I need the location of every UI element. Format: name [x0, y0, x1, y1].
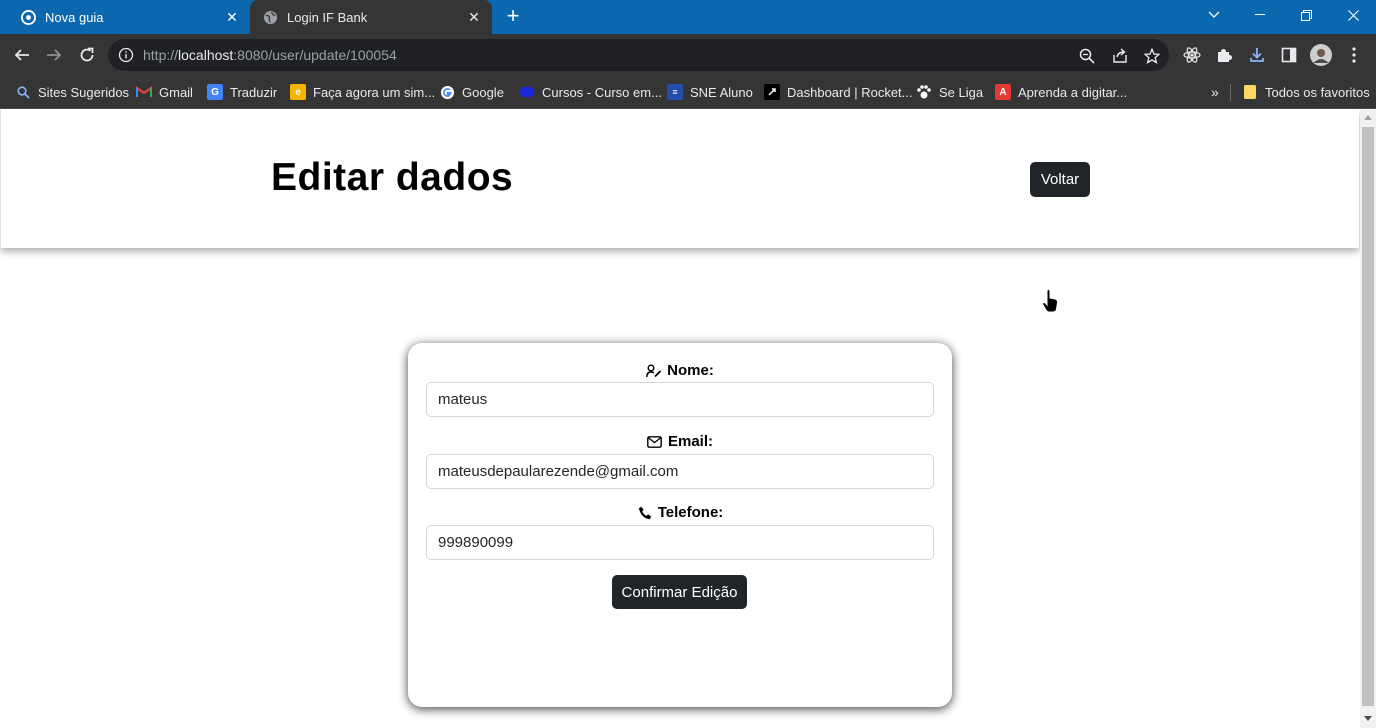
- download-icon[interactable]: [1248, 46, 1266, 64]
- confirm-edit-button[interactable]: Confirmar Edição: [612, 575, 747, 609]
- paw-icon: [916, 84, 932, 100]
- menu-kebab-icon[interactable]: [1345, 46, 1363, 64]
- hand-cursor-icon: [1042, 288, 1060, 313]
- restore-icon[interactable]: [1283, 0, 1329, 30]
- envelope-icon: [647, 434, 663, 450]
- tab-title: Login IF Bank: [287, 9, 368, 25]
- name-input[interactable]: [426, 382, 934, 417]
- translate-icon: G: [207, 84, 223, 100]
- email-input[interactable]: [426, 454, 934, 489]
- extensions-puzzle-icon[interactable]: [1215, 46, 1233, 64]
- back-button[interactable]: Voltar: [1030, 162, 1090, 197]
- scroll-up-arrow-icon[interactable]: [1364, 115, 1372, 120]
- google-icon: [439, 84, 455, 100]
- bookmark-favicon: A: [995, 84, 1011, 100]
- user-pen-icon: [646, 363, 662, 379]
- bookmark-sites-sugeridos[interactable]: Sites Sugeridos: [15, 83, 129, 101]
- email-label: Email:: [408, 433, 952, 450]
- bookmark-favicon: e: [290, 84, 306, 100]
- bookmark-label: SNE Aluno: [690, 84, 753, 100]
- page-title: Editar dados: [271, 156, 514, 199]
- bookmark-label: Sites Sugeridos: [38, 84, 130, 100]
- page-header: Editar dados Voltar: [0, 110, 1359, 248]
- bookmark-label: Se Liga: [939, 84, 984, 100]
- new-tab-button[interactable]: +: [501, 5, 525, 29]
- bookmark-faca-agora[interactable]: e Faça agora um sim...: [290, 83, 435, 101]
- bookmark-label: Dashboard | Rocket...: [787, 84, 913, 100]
- edit-form-card: Nome: Email: Telefone: Confirmar Edição: [408, 343, 952, 707]
- phone-input[interactable]: [426, 525, 934, 560]
- rocketseat-icon: [764, 84, 780, 100]
- phone-label-text: Telefone:: [657, 504, 724, 521]
- page-viewport: Editar dados Voltar Nome: Email: Telefon…: [0, 110, 1376, 728]
- globe-icon: [262, 9, 278, 25]
- phone-icon: [637, 505, 653, 521]
- scrollbar-thumb[interactable]: [1362, 127, 1374, 706]
- bookmark-traduzir[interactable]: G Traduzir: [207, 83, 277, 101]
- phone-label: Telefone:: [408, 504, 952, 521]
- address-bar[interactable]: http://localhost:8080/user/update/100054: [108, 39, 1169, 71]
- gmail-icon: [136, 84, 152, 100]
- reload-icon[interactable]: [75, 43, 99, 67]
- close-tab-icon[interactable]: ✕: [222, 7, 242, 27]
- bookmark-label: Cursos - Curso em...: [542, 84, 662, 100]
- bookmark-dashboard-rocket[interactable]: Dashboard | Rocket...: [764, 83, 913, 101]
- folder-icon: [1242, 84, 1258, 100]
- bookmark-gmail[interactable]: Gmail: [136, 83, 193, 101]
- bookmarks-divider: [1230, 84, 1231, 101]
- url-text: http://localhost:8080/user/update/100054: [143, 47, 397, 63]
- bookmarks-bar: Sites Sugeridos Gmail G Traduzir e Faça …: [0, 76, 1376, 109]
- bookmark-sne-aluno[interactable]: ≡ SNE Aluno: [667, 83, 753, 101]
- page-scrollbar[interactable]: [1360, 110, 1376, 728]
- url-host: localhost: [178, 47, 234, 63]
- zoom-icon[interactable]: [1078, 47, 1096, 65]
- name-label-text: Nome:: [667, 362, 714, 379]
- name-label: Nome:: [408, 362, 952, 379]
- scroll-down-arrow-icon[interactable]: [1364, 716, 1372, 721]
- url-path: :8080/user/update/100054: [233, 47, 397, 63]
- bookmark-favicon: ≡: [667, 84, 683, 100]
- tab-login-if-bank[interactable]: Login IF Bank ✕: [250, 0, 492, 34]
- chrome-icon: [20, 9, 36, 25]
- site-info-icon[interactable]: [118, 47, 134, 63]
- close-tab-icon[interactable]: ✕: [464, 7, 484, 27]
- bookmark-label: Traduzir: [230, 84, 278, 100]
- email-label-text: Email:: [667, 433, 713, 450]
- more-bookmarks-chevron-icon[interactable]: »: [1211, 83, 1219, 101]
- tab-strip: Nova guia ✕ Login IF Bank ✕ +: [0, 0, 1376, 34]
- browser-toolbar: http://localhost:8080/user/update/100054: [0, 34, 1376, 76]
- close-window-icon[interactable]: [1330, 0, 1376, 30]
- react-devtools-icon[interactable]: [1183, 46, 1201, 64]
- side-panel-icon[interactable]: [1280, 46, 1298, 64]
- bookmark-favicon: [519, 84, 535, 100]
- bookmark-se-liga[interactable]: Se Liga: [916, 83, 983, 101]
- bookmark-label: Faça agora um sim...: [313, 84, 436, 100]
- bookmark-label: Google: [462, 84, 504, 100]
- bookmark-label: Aprenda a digitar...: [1018, 84, 1128, 100]
- bookmark-aprenda-digitar[interactable]: A Aprenda a digitar...: [995, 83, 1127, 101]
- bookmark-all-favorites[interactable]: Todos os favoritos: [1242, 83, 1370, 101]
- bookmark-cursos[interactable]: Cursos - Curso em...: [519, 83, 662, 101]
- profile-avatar-icon[interactable]: [1310, 44, 1332, 66]
- forward-arrow-icon[interactable]: [42, 43, 66, 67]
- bookmark-google[interactable]: Google: [439, 83, 504, 101]
- search-icon: [15, 84, 31, 100]
- minimize-icon[interactable]: [1237, 0, 1283, 30]
- tab-nova-guia[interactable]: Nova guia ✕: [8, 0, 250, 34]
- bookmark-star-icon[interactable]: [1143, 47, 1161, 65]
- back-arrow-icon[interactable]: [10, 43, 34, 67]
- url-scheme: http://: [143, 47, 179, 63]
- bookmark-label: Todos os favoritos: [1265, 84, 1370, 100]
- bookmark-label: Gmail: [159, 84, 193, 100]
- share-icon[interactable]: [1111, 47, 1129, 65]
- tab-title: Nova guia: [45, 9, 104, 25]
- tab-search-chevron-icon[interactable]: [1191, 0, 1237, 30]
